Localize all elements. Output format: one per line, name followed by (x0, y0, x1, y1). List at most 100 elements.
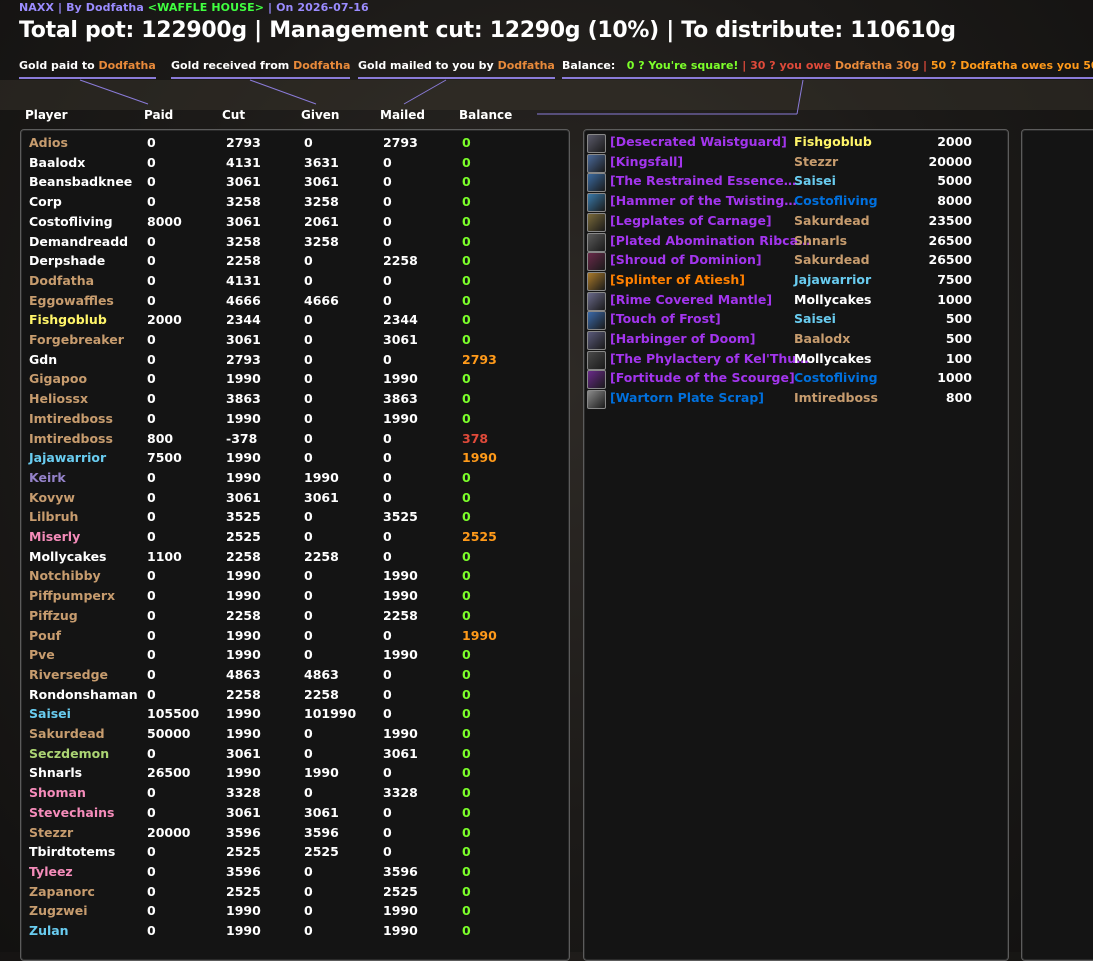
player-cut: -378 (226, 430, 258, 446)
item-link[interactable]: [Desecrated Waistguard] (610, 134, 787, 149)
table-row[interactable]: Lilbruh 0 3525 0 3525 0 (21, 509, 561, 528)
table-row[interactable]: Saisei 105500 1990 101990 0 0 (21, 706, 561, 725)
player-given: 3631 (304, 154, 339, 170)
table-row[interactable]: Demandreadd 0 3258 3258 0 0 (21, 234, 561, 253)
table-row[interactable]: Sakurdead 50000 1990 0 1990 0 (21, 726, 561, 745)
table-row[interactable]: Miserly 0 2525 0 0 2525 (21, 529, 561, 548)
table-row[interactable]: Notchibby 0 1990 0 1990 0 (21, 568, 561, 587)
loot-price: 1000 (937, 291, 972, 307)
table-row[interactable]: Costofliving 8000 3061 2061 0 0 (21, 214, 561, 233)
table-row[interactable]: Pve 0 1990 0 1990 0 (21, 647, 561, 666)
table-row[interactable]: Shnarls 26500 1990 1990 0 0 (21, 765, 561, 784)
loot-row[interactable]: [Fortitude of the Scourge] Costofliving 10… (584, 370, 1004, 390)
player-name: Fishgoblub (29, 312, 107, 328)
table-row[interactable]: Jajawarrior 7500 1990 0 0 1990 (21, 450, 561, 469)
player-paid: 0 (147, 272, 156, 288)
table-row[interactable]: Zugzwei 0 1990 0 1990 0 (21, 903, 561, 922)
loot-row[interactable]: [Desecrated Waistguard] Fishgoblub 2000 (584, 134, 1004, 153)
player-paid: 0 (147, 666, 156, 682)
player-cut: 2258 (226, 607, 261, 623)
player-paid: 0 (147, 607, 156, 623)
table-row[interactable]: Baalodx 0 4131 3631 0 0 (21, 155, 561, 174)
loot-price: 800 (945, 390, 972, 406)
player-balance: 0 (462, 863, 471, 879)
player-paid: 0 (147, 647, 156, 663)
item-link[interactable]: [Splinter of Atiesh] (610, 272, 745, 287)
item-link[interactable]: [Wartorn Plate Scrap] (610, 390, 764, 405)
player-cut: 1990 (226, 627, 261, 643)
table-row[interactable]: Heliossx 0 3863 0 3863 0 (21, 391, 561, 410)
item-link[interactable]: [Harbinger of Doom] (610, 331, 756, 346)
table-row[interactable]: Keirk 0 1990 1990 0 0 (21, 470, 561, 489)
table-row[interactable]: Stezzr 20000 3596 3596 0 0 (21, 825, 561, 844)
player-paid: 0 (147, 154, 156, 170)
player-balance: 0 (462, 135, 471, 150)
table-row[interactable]: Adios 0 2793 0 2793 0 (21, 135, 561, 154)
table-row[interactable]: Gdn 0 2793 0 0 2793 (21, 352, 561, 371)
table-row[interactable]: Dodfatha 0 4131 0 0 0 (21, 273, 561, 292)
table-row[interactable]: Imtiredboss 800 -378 0 0 378 (21, 431, 561, 450)
loot-row[interactable]: [Rime Covered Mantle] Mollycakes 1000 (584, 291, 1004, 311)
loot-row[interactable]: [Legplates of Carnage] Sakurdead 23500 (584, 212, 1004, 232)
table-row[interactable]: Tyleez 0 3596 0 3596 0 (21, 864, 561, 883)
item-link[interactable]: [Legplates of Carnage] (610, 213, 772, 228)
table-row[interactable]: Stevechains 0 3061 3061 0 0 (21, 805, 561, 824)
item-link[interactable]: [Kingsfall] (610, 154, 683, 169)
player-mailed: 0 (383, 351, 392, 367)
table-row[interactable]: Shoman 0 3328 0 3328 0 (21, 785, 561, 804)
item-link[interactable]: [Rime Covered Mantle] (610, 292, 772, 307)
table-row[interactable]: Piffzug 0 2258 0 2258 0 (21, 608, 561, 627)
table-row[interactable]: Mollycakes 1100 2258 2258 0 0 (21, 549, 561, 568)
loot-row[interactable]: [The Phylactery of Kel'Thu… Mollycakes 100 (584, 350, 1004, 370)
table-row[interactable]: Kovyw 0 3061 3061 0 0 (21, 490, 561, 509)
table-row[interactable]: Beansbadknee 0 3061 3061 0 0 (21, 174, 561, 193)
table-row[interactable]: Rondonshaman 0 2258 2258 0 0 (21, 687, 561, 706)
player-cut: 2525 (226, 883, 261, 899)
loot-row[interactable]: [Shroud of Dominion] Sakurdead 26500 (584, 252, 1004, 272)
raid-date: 2026-07-16 (297, 1, 369, 14)
table-row[interactable]: Gigapoo 0 1990 0 1990 0 (21, 371, 561, 390)
table-row[interactable]: Seczdemon 0 3061 0 3061 0 (21, 746, 561, 765)
item-link[interactable]: [Hammer of the Twisting… (610, 193, 797, 208)
table-row[interactable]: Eggowaffles 0 4666 4666 0 0 (21, 293, 561, 312)
table-row[interactable]: Zapanorc 0 2525 0 2525 0 (21, 884, 561, 903)
player-mailed: 2525 (383, 883, 418, 899)
table-row[interactable]: Zulan 0 1990 0 1990 0 (21, 923, 561, 942)
table-row[interactable]: Pouf 0 1990 0 0 1990 (21, 628, 561, 647)
loot-row[interactable]: [Hammer of the Twisting… Costofliving 8000 (584, 193, 1004, 213)
loot-row[interactable]: [Wartorn Plate Scrap] Imtiredboss 800 (584, 390, 1004, 410)
player-given: 3258 (304, 233, 339, 249)
item-link[interactable]: [The Phylactery of Kel'Thu… (610, 351, 809, 366)
item-link[interactable]: [Shroud of Dominion] (610, 252, 762, 267)
item-link[interactable]: [The Restrained Essence… (610, 173, 796, 188)
player-given: 0 (304, 745, 313, 761)
loot-panel[interactable]: [Desecrated Waistguard] Fishgoblub 2000 [Ki… (583, 129, 1009, 961)
player-balance: 0 (462, 174, 471, 190)
loot-row[interactable]: [Plated Abomination Ribca… Shnarls 26500 (584, 232, 1004, 252)
table-row[interactable]: Forgebreaker 0 3061 0 3061 0 (21, 332, 561, 351)
item-link[interactable]: [Fortitude of the Scourge] (610, 370, 795, 385)
player-cut: 1990 (226, 726, 261, 741)
raid-name: NAXX (19, 1, 55, 14)
table-row[interactable]: Derpshade 0 2258 0 2258 0 (21, 253, 561, 272)
legend-sep-2: | (919, 59, 931, 72)
table-row[interactable]: Corp 0 3258 3258 0 0 (21, 194, 561, 213)
table-row[interactable]: Piffpumperx 0 1990 0 1990 0 (21, 588, 561, 607)
table-row[interactable]: Fishgoblub 2000 2344 0 2344 0 (21, 312, 561, 331)
loot-row[interactable]: [Kingsfall] Stezzr 20000 (584, 153, 1004, 173)
player-panel[interactable]: Adios 0 2793 0 2793 0 Baalodx 0 4131 3631 0 0 Beansb… (20, 129, 570, 961)
table-row[interactable]: Imtiredboss 0 1990 0 1990 0 (21, 411, 561, 430)
player-paid: 1100 (147, 548, 182, 564)
player-given: 0 (304, 450, 313, 466)
table-row[interactable]: Tbirdtotems 0 2525 2525 0 0 (21, 844, 561, 863)
player-name: Beansbadknee (29, 174, 133, 190)
player-cut: 3258 (226, 194, 261, 210)
table-row[interactable]: Riversedge 0 4863 4863 0 0 (21, 667, 561, 686)
item-link[interactable]: [Touch of Frost] (610, 311, 721, 326)
loot-row[interactable]: [Touch of Frost] Saisei 500 (584, 311, 1004, 331)
player-given: 0 (304, 923, 313, 938)
loot-row[interactable]: [Harbinger of Doom] Baalodx 500 (584, 331, 1004, 350)
loot-row[interactable]: [The Restrained Essence… Saisei 5000 (584, 173, 1004, 193)
loot-row[interactable]: [Splinter of Atiesh] Jajawarrior 7500 (584, 271, 1004, 291)
item-link[interactable]: [Plated Abomination Ribca… (610, 233, 811, 248)
